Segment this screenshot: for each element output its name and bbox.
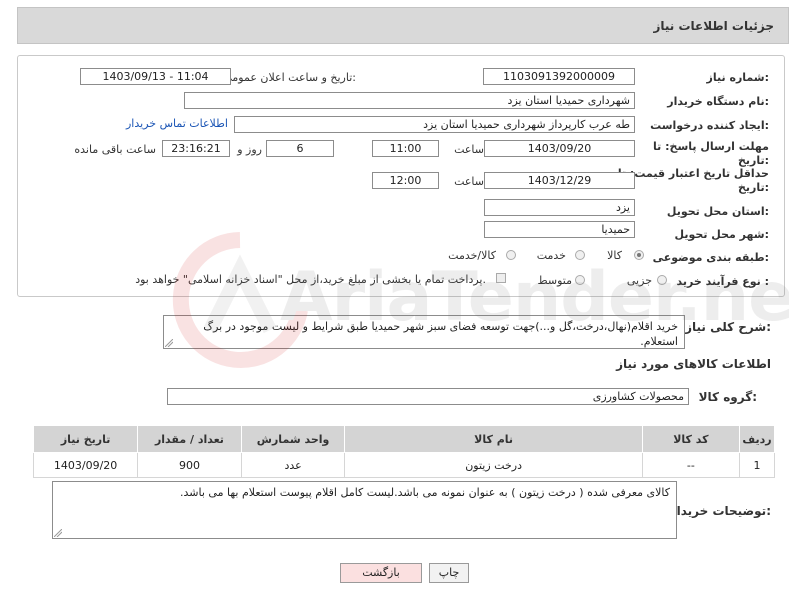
category-label: طبقه بندی موضوعی: <box>652 251 769 264</box>
page-title: جزئیات اطلاعات نیاز <box>653 19 774 33</box>
goods-group-label: گروه کالا: <box>698 390 757 404</box>
buyer-contact-link[interactable]: اطلاعات تماس خریدار <box>126 117 228 130</box>
process-label: نوع فرآیند خرید : <box>676 275 769 288</box>
category-radio-goods[interactable] <box>634 250 644 260</box>
requester-label: ایجاد کننده درخواست: <box>650 119 769 132</box>
remaining-time-field: 23:16:21 <box>162 140 230 157</box>
deadline-label: مهلت ارسال پاسخ: تا <box>653 140 769 153</box>
col-date: تاریخ نیاز <box>32 425 139 453</box>
description-label: شرح کلی نیاز: <box>685 320 771 334</box>
days-field: 6 <box>266 140 334 157</box>
deadline-date-label: تاریخ: <box>737 154 769 167</box>
city-field: حمیدیا <box>484 221 635 238</box>
buyer-org-field: شهرداری حمیدیا استان یزد <box>184 92 635 109</box>
cell-name: درخت زیتون <box>344 452 643 478</box>
deadline-time-field: 11:00 <box>372 140 439 157</box>
col-name: نام کالا <box>344 425 643 453</box>
treasury-payment-note: پرداخت تمام یا بخشی از مبلغ خرید،از محل … <box>135 273 486 286</box>
col-code: کد کالا <box>641 425 741 453</box>
buyer-notes-text: کالای معرفی شده ( درخت زیتون ) به عنوان … <box>52 481 677 539</box>
category-option-service: خدمت <box>536 249 566 262</box>
cell-unit: عدد <box>240 452 346 478</box>
price-time-label: ساعت <box>454 175 484 188</box>
col-unit: واحد شمارش <box>240 425 346 453</box>
need-number-field: 1103091392000009 <box>483 68 635 85</box>
deadline-time-label: ساعت <box>454 143 484 156</box>
announce-label: تاریخ و ساعت اعلان عمومی: <box>223 71 356 84</box>
days-label: روز و <box>237 143 262 156</box>
col-qty: تعداد / مقدار <box>137 425 242 453</box>
announce-field: 1403/09/13 - 11:04 <box>80 68 231 85</box>
province-label: استان محل تحویل: <box>666 205 769 218</box>
price-date-field: 1403/12/29 <box>484 172 635 189</box>
resize-grip-icon[interactable] <box>54 529 62 537</box>
category-radio-service[interactable] <box>575 250 585 260</box>
process-option-minor: جزیی <box>626 274 652 287</box>
goods-group-field: محصولات کشاورزی <box>167 388 689 405</box>
resize-grip-icon[interactable] <box>165 339 173 347</box>
cell-row: 1 <box>739 452 775 478</box>
cell-qty: 900 <box>137 452 242 478</box>
category-option-goods: کالا <box>607 249 622 262</box>
table-row: 1 -- درخت زیتون عدد 900 1403/09/20 <box>32 452 775 478</box>
print-button[interactable]: چاپ <box>429 563 469 583</box>
category-radio-both[interactable] <box>506 250 516 260</box>
goods-table-header: ردیف کد کالا نام کالا واحد شمارش تعداد /… <box>32 425 775 453</box>
treasury-payment-checkbox[interactable] <box>496 273 506 283</box>
category-option-both: کالا/خدمت <box>448 249 496 262</box>
description-text: خرید اقلام(نهال،درخت،گل و...)جهت توسعه ف… <box>163 315 685 349</box>
col-row: ردیف <box>739 425 775 453</box>
price-time-field: 12:00 <box>372 172 439 189</box>
deadline-date-field: 1403/09/20 <box>484 140 635 157</box>
process-option-medium: متوسط <box>537 274 572 287</box>
process-radio-minor[interactable] <box>657 275 667 285</box>
back-button[interactable]: بازگشت <box>340 563 422 583</box>
cell-code: -- <box>641 452 741 478</box>
need-number-label: شماره نیاز: <box>706 71 769 84</box>
page-header: جزئیات اطلاعات نیاز <box>17 7 789 44</box>
goods-table: ردیف کد کالا نام کالا واحد شمارش تعداد /… <box>32 425 775 478</box>
province-field: یزد <box>484 199 635 216</box>
buyer-notes-label: توضیحات خریدار: <box>669 504 771 518</box>
buyer-org-label: نام دستگاه خریدار: <box>667 95 769 108</box>
goods-section-title: اطلاعات کالاهای مورد نیاز <box>616 357 771 371</box>
remaining-label: ساعت باقی مانده <box>74 143 156 156</box>
price-validity-label: حداقل تاریخ اعتبار قیمت: تا <box>617 167 769 180</box>
price-date-label: تاریخ: <box>737 181 769 194</box>
process-radio-medium[interactable] <box>575 275 585 285</box>
requester-field: طه عرب کارپرداز شهرداری حمیدیا استان یزد <box>234 116 635 133</box>
cell-date: 1403/09/20 <box>32 452 139 478</box>
city-label: شهر محل تحویل: <box>674 228 769 241</box>
